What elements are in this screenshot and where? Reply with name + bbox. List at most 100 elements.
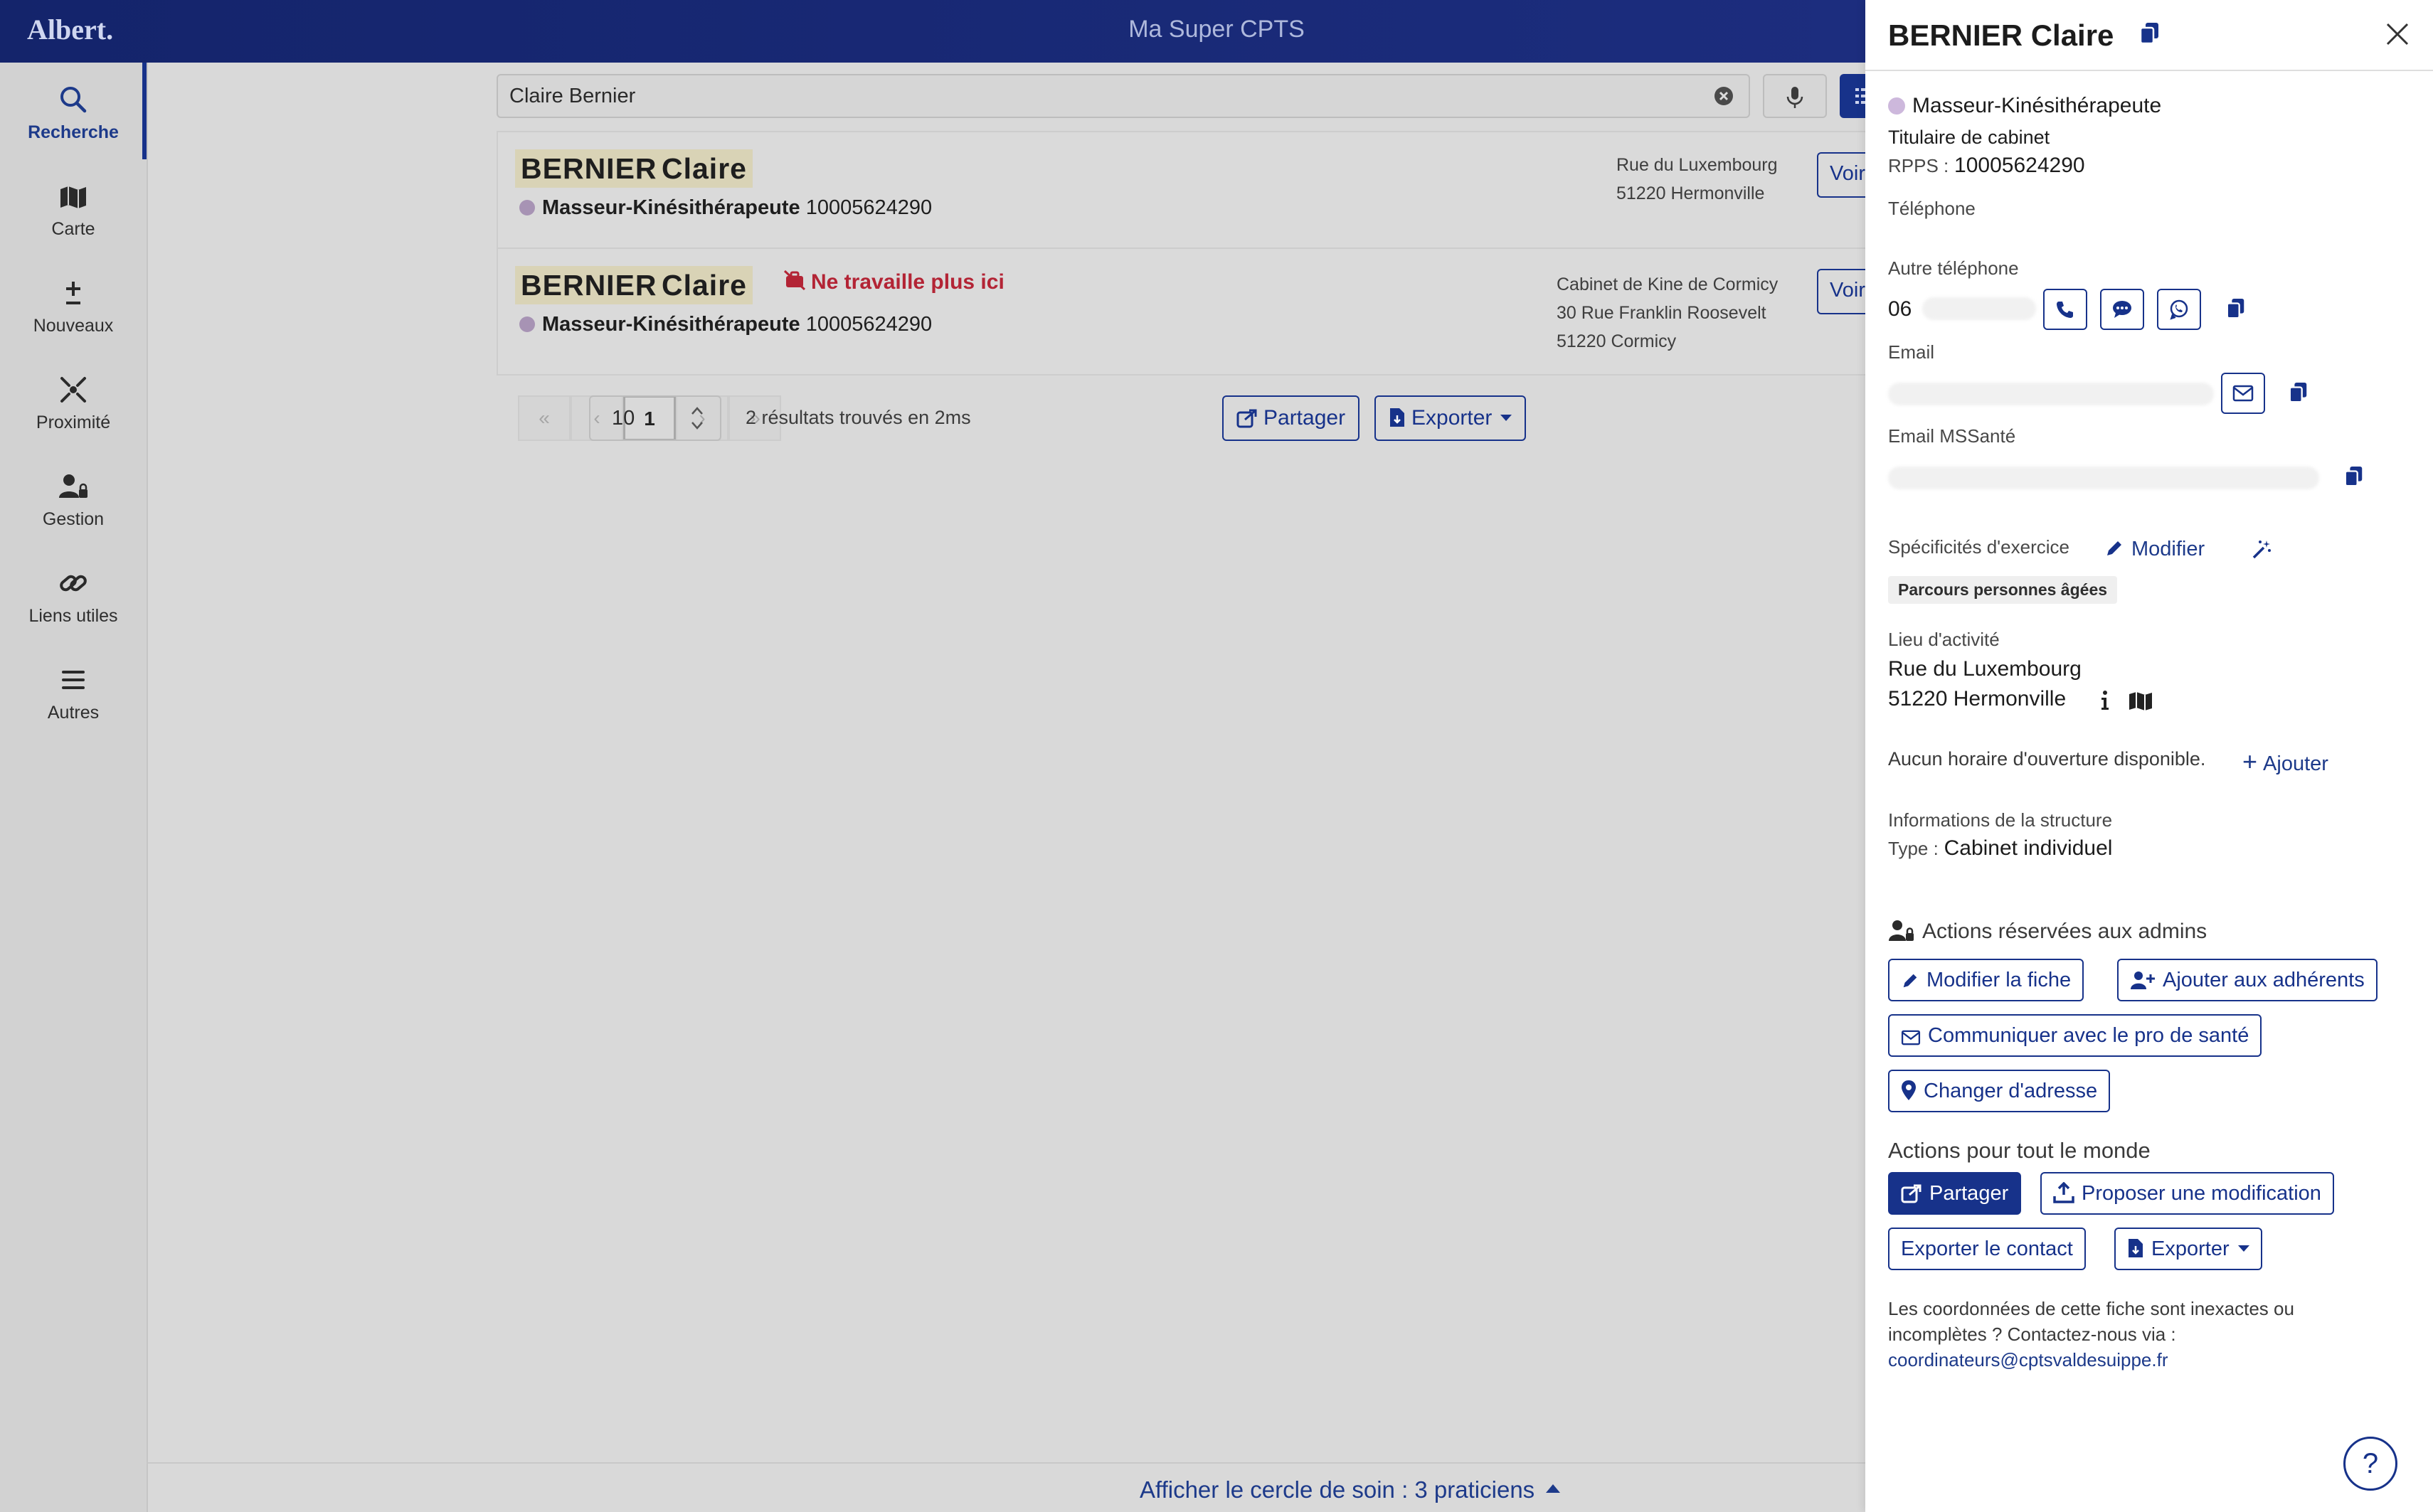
result-address: Rue du Luxembourg 51220 Hermonville: [1616, 155, 1778, 203]
nav-label: Gestion: [42, 509, 105, 529]
share-button[interactable]: Partager: [1222, 395, 1360, 441]
panel-profession: Masseur-Kinésithérapeute: [1888, 94, 2161, 118]
search-input[interactable]: [497, 74, 1750, 118]
info-icon[interactable]: [2100, 690, 2110, 711]
copy-icon[interactable]: [2288, 381, 2309, 404]
profession-dot-icon: [1888, 97, 1905, 115]
user-plus-icon: [2131, 971, 2155, 989]
clear-search-icon[interactable]: [1713, 85, 1734, 107]
profession-dot-icon: [519, 200, 535, 215]
export-dropdown-button[interactable]: Exporter: [1374, 395, 1527, 441]
share-button[interactable]: Partager: [1888, 1172, 2022, 1215]
result-address: Cabinet de Kine de Cormicy 30 Rue Frankl…: [1557, 275, 1779, 351]
activity-street: Rue du Luxembourg: [1888, 657, 2082, 681]
search-bar: [497, 74, 1898, 118]
admin-section-title: Actions réservées aux admins: [1888, 919, 2207, 944]
call-button[interactable]: [2043, 289, 2087, 330]
correction-notice: Les coordonnées de cette fiche sont inex…: [1888, 1296, 2294, 1373]
spinner-arrows-icon[interactable]: [690, 404, 704, 432]
result-profession: Masseur-Kinésithérapeute 10005624290: [519, 196, 932, 220]
sms-icon: [2113, 301, 2131, 318]
nav-item-carte[interactable]: Carte: [0, 159, 147, 256]
edit-sheet-button[interactable]: Modifier la fiche: [1888, 959, 2084, 1001]
list-item[interactable]: BERNIER Claire Ne travaille plus ici Mas…: [498, 247, 1867, 363]
nav-label: Recherche: [28, 122, 119, 142]
per-page-value: 10: [612, 407, 635, 430]
pencil-icon: [2107, 541, 2121, 555]
sidebar: Recherche Carte Nouveaux Proximité Gesti…: [0, 63, 148, 1512]
profession-dot-icon: [519, 316, 535, 332]
panel-header: BERNIER Claire: [1865, 0, 2433, 71]
redacted-mssante: [1888, 467, 2319, 489]
propose-edit-button[interactable]: Proposer une modification: [2040, 1172, 2334, 1215]
contact-email-link[interactable]: coordinateurs@cptsvaldesuippe.fr: [1888, 1347, 2294, 1373]
results-count: 2 résultats trouvés en 2ms: [746, 407, 971, 428]
per-page-stepper[interactable]: 10: [589, 395, 721, 441]
whatsapp-button[interactable]: [2157, 289, 2201, 330]
care-circle-link[interactable]: Afficher le cercle de soin : 3 praticien…: [1140, 1476, 1561, 1503]
upload-icon: [2053, 1182, 2074, 1203]
change-address-button[interactable]: Changer d'adresse: [1888, 1070, 2111, 1112]
panel-role: Titulaire de cabinet: [1888, 127, 2050, 148]
result-first-name: Claire: [656, 266, 753, 304]
nav-item-autres[interactable]: Autres: [0, 643, 147, 740]
hours-empty-text: Aucun horaire d'ouverture disponible.: [1888, 748, 2206, 770]
page-first-button[interactable]: «: [518, 395, 571, 441]
map-pin-icon: [1902, 1080, 1916, 1100]
nav-item-recherche[interactable]: Recherche: [0, 63, 147, 159]
activity-city: 51220 Hermonville: [1888, 687, 2067, 710]
link-icon: [56, 566, 90, 600]
nav-item-nouveaux[interactable]: Nouveaux: [0, 256, 147, 353]
plus-icon: +: [2242, 747, 2258, 776]
care-circle-bar: Afficher le cercle de soin : 3 praticien…: [148, 1462, 1865, 1512]
main-content: BERNIER Claire Masseur-Kinésithérapeute …: [148, 63, 1889, 1512]
chevron-down-icon: [1500, 415, 1512, 421]
telephone-label: Téléphone: [1888, 198, 1976, 219]
other-phone-value: 06: [1888, 297, 1912, 321]
nav-item-proximite[interactable]: Proximité: [0, 353, 147, 449]
mssante-label: Email MSSanté: [1888, 425, 2016, 447]
share-icon: [1901, 1184, 1922, 1203]
voir-button[interactable]: Voir: [1817, 269, 1867, 314]
detail-panel: BERNIER Claire Masseur-Kinésithérapeute …: [1865, 0, 2433, 1512]
briefcase-slash-icon: [783, 270, 806, 291]
microphone-icon: [1786, 87, 1803, 108]
specificity-tag: Parcours personnes âgées: [1888, 576, 2118, 604]
envelope-icon: [2232, 385, 2254, 402]
phone-icon: [2057, 302, 2073, 318]
chevron-down-icon: [2237, 1245, 2249, 1252]
sms-button[interactable]: [2100, 289, 2144, 330]
result-last-name: BERNIER: [515, 266, 663, 304]
voir-button[interactable]: Voir: [1817, 152, 1867, 198]
proximity-icon: [56, 373, 90, 407]
communicate-button[interactable]: Communiquer avec le pro de santé: [1888, 1014, 2262, 1057]
panel-title: BERNIER Claire: [1888, 18, 2114, 52]
add-to-members-button[interactable]: Ajouter aux adhérents: [2117, 959, 2378, 1001]
email-label: Email: [1888, 341, 1935, 363]
whatsapp-icon: [2170, 299, 2188, 320]
nav-item-gestion[interactable]: Gestion: [0, 449, 147, 546]
list-item[interactable]: BERNIER Claire Masseur-Kinésithérapeute …: [498, 132, 1867, 247]
nav-label: Proximité: [36, 412, 111, 432]
export-dropdown-button[interactable]: Exporter: [2114, 1228, 2262, 1270]
result-first-name: Claire: [656, 149, 753, 188]
copy-icon[interactable]: [2343, 465, 2365, 488]
export-contact-button[interactable]: Exporter le contact: [1888, 1228, 2086, 1270]
plus-minus-icon: [56, 276, 90, 310]
public-section-title: Actions pour tout le monde: [1888, 1138, 2151, 1163]
nav-label: Autres: [47, 703, 100, 723]
add-hours-link[interactable]: + Ajouter: [2242, 747, 2328, 777]
panel-rpps: RPPS : 10005624290: [1888, 154, 2085, 177]
activity-label: Lieu d'activité: [1888, 629, 2000, 650]
modify-specificities-link[interactable]: Modifier: [2104, 538, 2205, 561]
help-button[interactable]: ?: [2343, 1437, 2397, 1491]
send-email-button[interactable]: [2221, 373, 2265, 414]
close-icon[interactable]: [2385, 21, 2410, 47]
inactive-warning: Ne travaille plus ici: [783, 269, 1005, 294]
magic-wand-icon[interactable]: [2251, 539, 2272, 560]
voice-search-button[interactable]: [1763, 74, 1827, 118]
copy-icon[interactable]: [2225, 297, 2247, 320]
map-icon[interactable]: [2129, 691, 2153, 711]
copy-icon[interactable]: [2138, 21, 2161, 46]
nav-item-liens-utiles[interactable]: Liens utiles: [0, 546, 147, 643]
